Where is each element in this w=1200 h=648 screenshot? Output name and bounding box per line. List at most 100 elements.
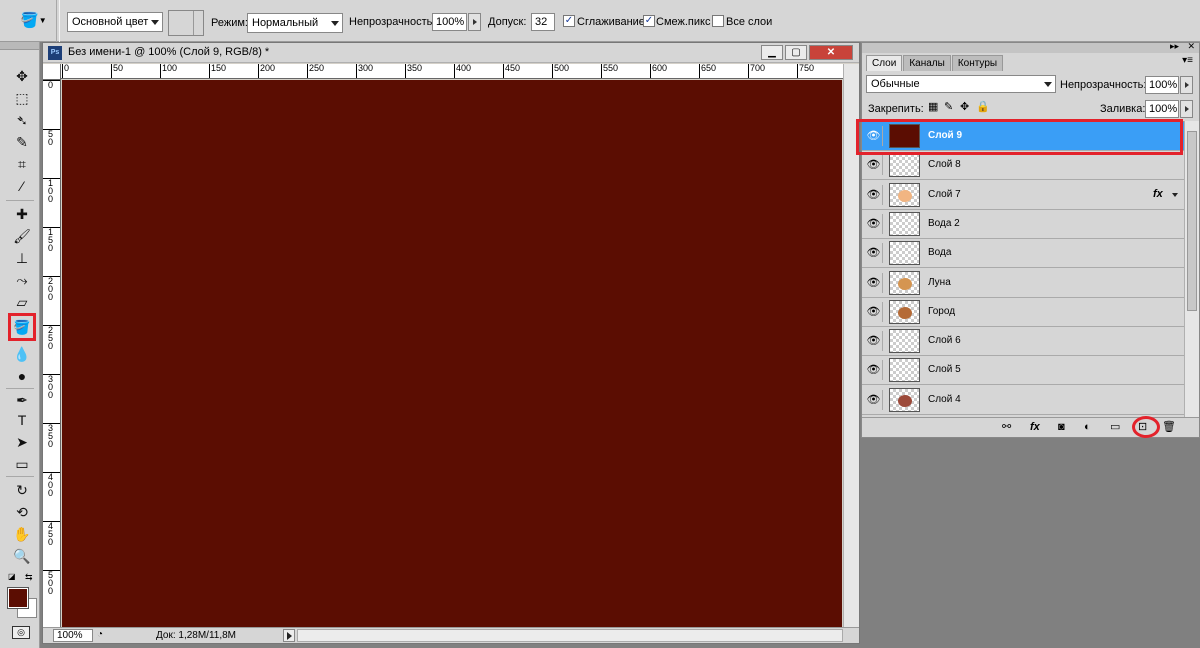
ruler-tick-label: 150 bbox=[209, 64, 226, 78]
type-tool-icon[interactable]: T bbox=[11, 410, 33, 430]
visibility-eye-icon[interactable]: 👁 bbox=[865, 331, 883, 352]
foreground-color-swatch[interactable] bbox=[7, 587, 29, 609]
adjustment-icon[interactable]: ◐ bbox=[1084, 420, 1091, 435]
mode-select[interactable]: Нормальный bbox=[247, 13, 343, 33]
layer-fx-icon[interactable]: fx bbox=[1153, 188, 1163, 200]
fill-input[interactable]: 100% bbox=[1145, 100, 1179, 118]
ruler-tick-label: 350 bbox=[43, 423, 60, 449]
pen-tool-icon[interactable]: ✒ bbox=[11, 390, 33, 410]
layer-row[interactable]: 👁 Слой 7 fx bbox=[862, 180, 1184, 210]
visibility-eye-icon[interactable]: 👁 bbox=[865, 360, 883, 381]
canvas-horizontal-scrollbar[interactable] bbox=[297, 629, 843, 642]
layer-row[interactable]: 👁 Слой 6 bbox=[862, 327, 1184, 357]
tolerance-input[interactable]: 32 bbox=[531, 13, 555, 31]
visibility-eye-icon[interactable]: 👁 bbox=[865, 272, 883, 293]
rectangle-tool-icon[interactable]: ▭ bbox=[11, 454, 33, 474]
opacity-input[interactable]: 100% bbox=[432, 13, 467, 31]
move-tool-icon[interactable]: ✥ bbox=[11, 66, 33, 86]
lock-position-icon[interactable]: ✥ bbox=[960, 100, 969, 113]
status-info-menu-button[interactable] bbox=[283, 629, 295, 642]
layer-row[interactable]: 👁 Луна bbox=[862, 268, 1184, 298]
marquee-tool-icon[interactable]: ⬚ bbox=[11, 88, 33, 108]
brush-tool-icon[interactable]: 🖌 bbox=[11, 226, 33, 246]
swap-colors-icon[interactable]: ⇆ bbox=[25, 572, 33, 583]
layer-row[interactable]: 👁 Вода bbox=[862, 239, 1184, 269]
layer-opacity-slider-button[interactable] bbox=[1180, 76, 1193, 94]
opacity-slider-button[interactable] bbox=[468, 13, 481, 31]
ruler-horizontal[interactable]: 0 50 100 150 200 250 300 350 400 450 500 550 600 650 7… bbox=[61, 64, 843, 79]
layer-thumbnail bbox=[889, 358, 920, 383]
contiguous-checkbox[interactable]: ✓ bbox=[643, 15, 655, 27]
folder-icon[interactable]: ▭ bbox=[1110, 420, 1120, 435]
pattern-picker[interactable] bbox=[168, 10, 204, 36]
visibility-eye-icon[interactable]: 👁 bbox=[865, 155, 883, 176]
lock-transparent-icon[interactable]: ▦ bbox=[928, 100, 938, 113]
document-title-bar[interactable]: Ps Без имени-1 @ 100% (Слой 9, RGB/8) * … bbox=[43, 43, 859, 63]
3d-orbit-tool-icon[interactable]: ⟲ bbox=[11, 502, 33, 522]
zoom-tool-icon[interactable]: 🔍 bbox=[11, 546, 33, 566]
layer-row[interactable]: 👁 Город bbox=[862, 297, 1184, 327]
paint-bucket-preset-icon[interactable]: 🪣▼ bbox=[20, 10, 50, 32]
ruler-tick-label: 50 bbox=[43, 129, 60, 147]
ruler-vertical[interactable]: 0 50 100 150 200 250 300 350 400 450 500 bbox=[43, 80, 61, 629]
ruler-origin[interactable] bbox=[43, 64, 61, 80]
minimize-button[interactable]: ▁ bbox=[761, 45, 783, 60]
ruler-tick-label: 100 bbox=[43, 178, 60, 204]
layers-scrollbar[interactable] bbox=[1184, 121, 1199, 417]
history-brush-tool-icon[interactable]: ⤳ bbox=[11, 270, 33, 290]
ruler-tick-label: 100 bbox=[160, 64, 177, 78]
paint-bucket-tool-icon[interactable]: 🪣 bbox=[8, 313, 36, 341]
quick-select-tool-icon[interactable]: ✎ bbox=[11, 132, 33, 152]
dodge-tool-icon[interactable]: ● bbox=[11, 366, 33, 386]
visibility-eye-icon[interactable]: 👁 bbox=[865, 243, 883, 264]
eraser-tool-icon[interactable]: ▱ bbox=[11, 292, 33, 312]
fill-slider-button[interactable] bbox=[1180, 100, 1193, 118]
close-button[interactable]: ✕ bbox=[809, 45, 853, 60]
mask-icon[interactable]: ◙ bbox=[1058, 420, 1065, 435]
status-menu-icon[interactable]: ◔ bbox=[97, 629, 103, 640]
fill-source-select[interactable]: Основной цвет bbox=[67, 12, 163, 32]
document-canvas[interactable] bbox=[62, 80, 842, 628]
eyedropper-tool-icon[interactable]: ⁄ bbox=[11, 176, 33, 196]
crop-tool-icon[interactable]: ⌗ bbox=[11, 154, 33, 174]
layer-row[interactable]: 👁 Слой 5 bbox=[862, 356, 1184, 386]
path-select-tool-icon[interactable]: ➤ bbox=[11, 432, 33, 452]
visibility-eye-icon[interactable]: 👁 bbox=[865, 213, 883, 234]
visibility-eye-icon[interactable]: 👁 bbox=[865, 301, 883, 322]
layer-row[interactable]: 👁 Вода 2 bbox=[862, 209, 1184, 239]
all-layers-checkbox[interactable] bbox=[712, 15, 724, 27]
lasso-tool-icon[interactable]: ➴ bbox=[11, 110, 33, 130]
default-colors-icon[interactable]: ◪ bbox=[8, 572, 16, 581]
hand-tool-icon[interactable]: ✋ bbox=[11, 524, 33, 544]
quick-mask-icon[interactable]: ◎ bbox=[12, 626, 30, 639]
layers-panel: ▸▸ ✕ Слои Каналы Контуры ▾≡ Обычные Непрозр… bbox=[856, 41, 1200, 438]
tools-panel-header[interactable] bbox=[0, 42, 39, 50]
panel-collapse-bar[interactable]: ▸▸ ✕ bbox=[862, 41, 1199, 53]
layer-row[interactable]: 👁 Слой 8 bbox=[862, 151, 1184, 181]
layer-row[interactable]: 👁 Слой 4 bbox=[862, 385, 1184, 415]
ruler-tick-label: 200 bbox=[258, 64, 275, 78]
layer-name: Город bbox=[928, 305, 956, 317]
tab-2[interactable]: Контуры bbox=[951, 55, 1004, 71]
expand-effects-icon[interactable] bbox=[1172, 192, 1178, 197]
layer-opacity-input[interactable]: 100% bbox=[1145, 76, 1179, 94]
tab-0[interactable]: Слои bbox=[866, 55, 903, 71]
antialias-checkbox[interactable]: ✓ bbox=[563, 15, 575, 27]
visibility-eye-icon[interactable]: 👁 bbox=[865, 184, 883, 205]
link-icon[interactable]: ⚯ bbox=[1002, 420, 1011, 435]
blend-mode-select[interactable]: Обычные bbox=[866, 75, 1056, 93]
panel-menu-icon[interactable]: ▾≡ bbox=[1182, 55, 1193, 66]
visibility-eye-icon[interactable]: 👁 bbox=[865, 389, 883, 410]
trash-icon[interactable]: 🗑 bbox=[1162, 420, 1176, 435]
lock-all-icon[interactable]: 🔒 bbox=[976, 100, 990, 113]
layer-thumbnail bbox=[889, 182, 920, 207]
maximize-button[interactable]: ▢ bbox=[785, 45, 807, 60]
tab-1[interactable]: Каналы bbox=[903, 55, 951, 71]
lock-pixels-icon[interactable]: ✎ bbox=[944, 100, 953, 113]
clone-stamp-tool-icon[interactable]: ⊥ bbox=[11, 248, 33, 268]
fx-icon[interactable]: fx bbox=[1030, 420, 1040, 435]
blur-tool-icon[interactable]: 💧 bbox=[11, 344, 33, 364]
3d-rotate-tool-icon[interactable]: ↻ bbox=[11, 480, 33, 500]
zoom-field[interactable]: 100% bbox=[53, 629, 93, 642]
healing-brush-tool-icon[interactable]: ✚ bbox=[11, 204, 33, 224]
